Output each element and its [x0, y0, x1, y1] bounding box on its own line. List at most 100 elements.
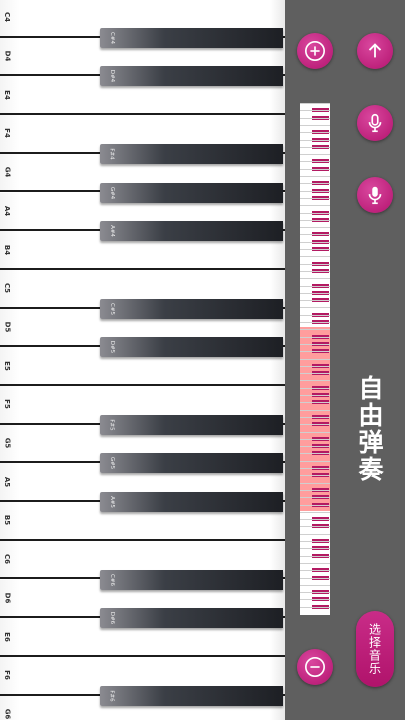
minimap-key-divider [300, 562, 330, 564]
minimap-key-divider [300, 307, 330, 309]
record-playback-button[interactable] [357, 177, 393, 213]
minimap-key-divider [300, 227, 330, 229]
select-music-button[interactable]: 选择音乐 [356, 611, 394, 687]
minimap-key-divider [300, 314, 330, 316]
minimap-key-divider [300, 205, 330, 207]
minimap-key-divider [300, 475, 330, 477]
minus-circle-icon [305, 657, 325, 677]
black-key-label: A#5 [108, 496, 115, 509]
black-key-label: F#6 [108, 689, 115, 702]
minimap-key-divider [300, 424, 330, 426]
minimap-key-divider [300, 241, 330, 243]
minimap-key-divider [300, 460, 330, 462]
minimap-key-divider [300, 351, 330, 353]
black-key-f-sharp5[interactable]: F#5 [100, 414, 283, 435]
minimap-key-divider [300, 468, 330, 469]
white-key-label: F4 [2, 128, 11, 139]
minimap-key-divider [300, 154, 330, 156]
minimap-key-divider [300, 176, 330, 177]
minimap-key-divider [300, 497, 330, 499]
white-key-label: G4 [3, 166, 12, 178]
white-key-label: F6 [2, 670, 11, 681]
black-key-c-sharp4[interactable]: C#4 [100, 27, 283, 48]
keyboard-minimap[interactable] [300, 103, 330, 615]
white-key-label: A5 [3, 476, 12, 487]
white-key-label: D4 [3, 50, 12, 62]
zoom-out-button[interactable] [297, 649, 333, 685]
black-key-f-sharp4[interactable]: F#4 [100, 143, 283, 164]
black-key-d-sharp5[interactable]: D#5 [100, 337, 283, 358]
scroll-up-button[interactable] [357, 33, 393, 69]
minimap-key-divider [300, 584, 330, 586]
minimap-key-divider [300, 146, 330, 148]
white-key-label: C4 [3, 12, 12, 23]
black-key-g-sharp5[interactable]: G#5 [100, 453, 283, 474]
minimap-key-divider [300, 197, 330, 199]
black-key-g-sharp4[interactable]: G#4 [100, 182, 283, 203]
minimap-key-divider [300, 329, 330, 331]
black-key-label: G#4 [109, 186, 116, 199]
minimap-key-divider [300, 117, 330, 119]
white-key-label: G6 [3, 708, 12, 720]
minimap-key-divider [300, 103, 330, 104]
black-key-d-sharp6[interactable]: D#6 [100, 608, 283, 629]
minimap-key-divider [300, 395, 330, 396]
minimap-key-divider [300, 278, 330, 280]
minimap-key-divider [300, 409, 330, 411]
black-key-label: D#6 [109, 612, 116, 625]
minimap-key-divider [300, 212, 330, 214]
minimap-key-divider [300, 373, 330, 375]
minimap-key-divider [300, 219, 330, 221]
black-key-c-sharp5[interactable]: C#5 [100, 298, 283, 319]
white-key-label: B4 [3, 244, 12, 255]
minimap-key-divider [300, 599, 330, 601]
minimap-key-divider [300, 365, 330, 367]
black-key-label: C#5 [108, 302, 115, 315]
minimap-key-divider [300, 416, 330, 418]
minimap-key-divider [300, 592, 330, 594]
black-key-label: F#5 [108, 419, 115, 431]
minimap-key-divider [300, 431, 330, 433]
black-key-c-sharp6[interactable]: C#6 [100, 569, 283, 590]
minimap-key-divider [300, 132, 330, 134]
white-key-label: F5 [2, 399, 11, 410]
minimap-key-divider [300, 322, 330, 323]
record-button[interactable] [357, 105, 393, 141]
minimap-key-divider [300, 256, 330, 258]
minimap-key-divider [300, 168, 330, 170]
minimap-key-divider [300, 606, 330, 608]
page-title: 自由弹奏 [355, 375, 384, 483]
minimap-key-divider [300, 263, 330, 265]
minimap-key-divider [300, 526, 330, 528]
minimap-key-divider [300, 511, 330, 513]
black-key-a-sharp4[interactable]: A#4 [100, 221, 283, 242]
black-key-label: F#4 [108, 148, 115, 160]
white-key-label: B5 [3, 515, 12, 526]
white-key-label: G5 [3, 437, 12, 449]
white-key-label: D6 [3, 592, 12, 604]
minimap-key-divider [300, 541, 330, 542]
minimap-key-divider [300, 504, 330, 506]
minimap-key-divider [300, 380, 330, 382]
black-key-a-sharp5[interactable]: A#5 [100, 492, 283, 513]
black-key-label: A#4 [108, 225, 115, 238]
minimap-key-divider [300, 402, 330, 404]
black-key-label: D#4 [109, 70, 116, 83]
plus-circle-icon [305, 41, 325, 61]
minimap-key-divider [300, 446, 330, 448]
minimap-key-divider [300, 270, 330, 272]
minimap-key-divider [300, 139, 330, 141]
minimap-key-divider [300, 533, 330, 535]
minimap-key-divider [300, 555, 330, 557]
minimap-key-divider [300, 234, 330, 236]
minimap-key-divider [300, 336, 330, 338]
black-key-d-sharp4[interactable]: D#4 [100, 66, 283, 87]
white-key-label: C6 [3, 554, 12, 565]
white-key-label: D5 [3, 321, 12, 333]
minimap-key-divider [300, 387, 330, 389]
black-key-label: C#6 [108, 573, 115, 586]
zoom-in-button[interactable] [297, 33, 333, 69]
minimap-key-divider [300, 438, 330, 440]
white-key-label: A4 [3, 205, 12, 216]
black-key-f-sharp6[interactable]: F#6 [100, 685, 283, 706]
